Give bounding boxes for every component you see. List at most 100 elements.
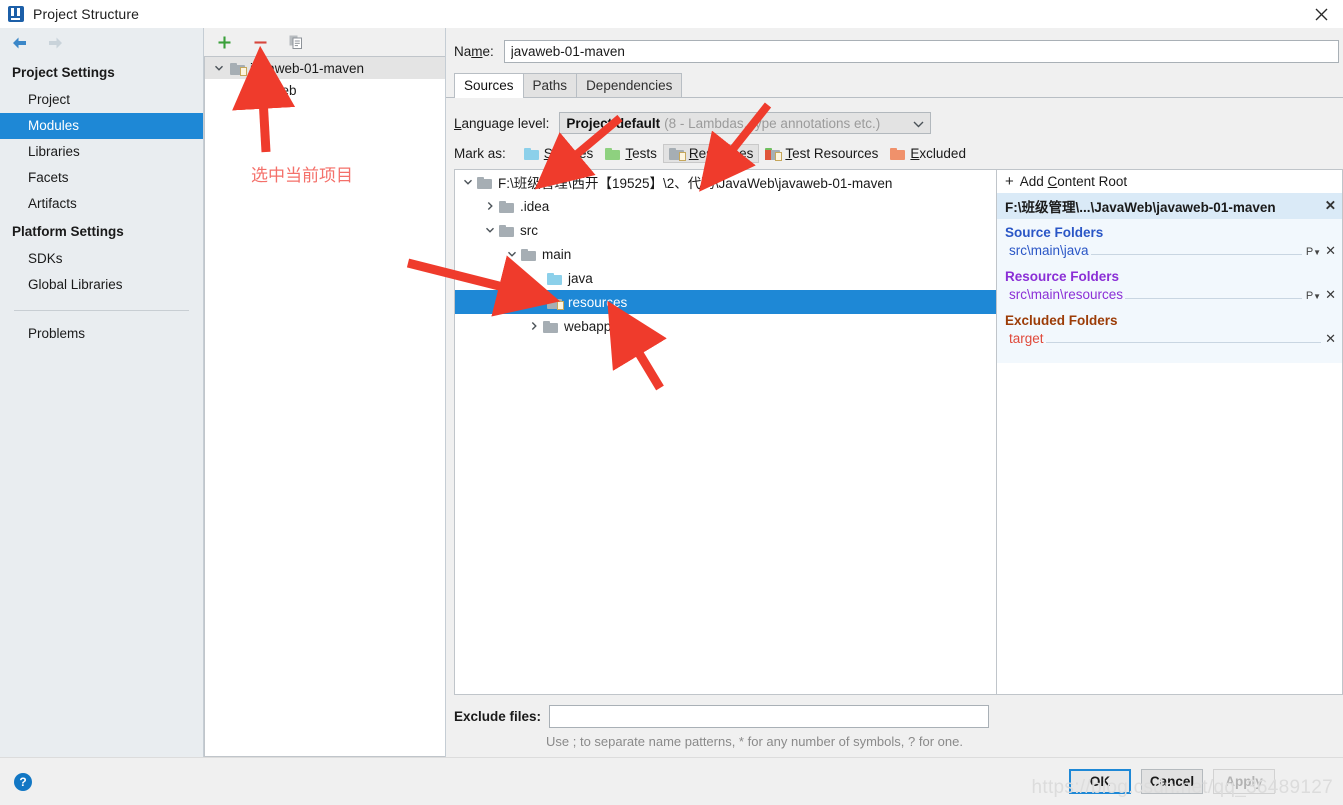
module-tabs: Sources Paths Dependencies	[446, 73, 1343, 98]
help-button[interactable]: ?	[14, 773, 32, 791]
remove-excluded-folder-icon[interactable]: ✕	[1325, 331, 1336, 347]
chevron-down-icon[interactable]	[481, 225, 499, 235]
exclude-files-input[interactable]	[549, 705, 989, 728]
content-roots-empty-area	[997, 363, 1342, 694]
apply-button: Apply	[1213, 769, 1275, 794]
sidebar-group-platform-settings: Platform Settings	[0, 217, 203, 246]
file-tree-label: webapp	[564, 319, 611, 334]
modules-tree-label: javaweb-01-maven	[250, 61, 364, 76]
sidebar-item-sdks[interactable]: SDKs	[0, 246, 203, 272]
file-tree-row-resources[interactable]: resources	[455, 290, 996, 314]
cancel-button[interactable]: Cancel	[1141, 769, 1203, 794]
mark-as-sources-label: ources	[553, 146, 594, 161]
source-folders-header: Source Folders	[997, 219, 1342, 242]
folder-blue-icon	[524, 147, 539, 160]
module-name-label: Name:	[454, 44, 494, 59]
tab-dependencies[interactable]: Dependencies	[576, 73, 682, 97]
mark-as-tests-label: ests	[632, 146, 657, 161]
mark-as-resources-button[interactable]: Resources	[663, 144, 760, 163]
module-folder-icon	[230, 62, 245, 75]
modules-tree[interactable]: javaweb-01-maven Web	[204, 56, 445, 757]
chevron-down-icon[interactable]	[901, 116, 924, 131]
excluded-folder-entry[interactable]: target ✕	[997, 330, 1342, 351]
mark-as-sources-button[interactable]: Sources	[518, 144, 600, 163]
chevron-down-icon[interactable]	[459, 177, 477, 187]
file-tree-row-src[interactable]: src	[455, 218, 996, 242]
sidebar-item-project[interactable]: Project	[0, 87, 203, 113]
folder-blue-icon	[547, 272, 562, 285]
folder-gray-icon	[499, 224, 514, 237]
footer-buttons: OK Cancel Apply	[1069, 769, 1343, 794]
add-module-button[interactable]	[214, 32, 234, 52]
source-folder-entry[interactable]: src\main\java P▼ ✕	[997, 242, 1342, 263]
sidebar-spacer	[0, 347, 203, 757]
file-tree-row-webapp[interactable]: webapp	[455, 314, 996, 338]
sidebar-item-libraries[interactable]: Libraries	[0, 139, 203, 165]
dialog-body: Project Settings Project Modules Librari…	[0, 28, 1343, 757]
content-root-header: F:\班级管理\...\JavaWeb\javaweb-01-maven ✕	[997, 193, 1342, 219]
mark-as-excluded-label: xcluded	[919, 146, 966, 161]
copy-icon[interactable]	[286, 32, 306, 52]
sidebar-item-global-libraries[interactable]: Global Libraries	[0, 272, 203, 298]
mark-as-tests-button[interactable]: Tests	[599, 144, 663, 163]
chevron-down-icon[interactable]	[503, 249, 521, 259]
mark-as-test-resources-button[interactable]: Test Resources	[759, 144, 884, 163]
add-content-root-label: ontent Root	[1057, 174, 1127, 189]
arrow-left-icon[interactable]	[8, 32, 30, 54]
content-roots-panel: + Add Content Root F:\班级管理\...\JavaWeb\j…	[997, 170, 1342, 694]
tab-sources[interactable]: Sources	[454, 73, 524, 97]
sidebar-divider	[14, 310, 189, 311]
modules-tree-label: Web	[269, 83, 297, 98]
sidebar-group-project-settings: Project Settings	[0, 58, 203, 87]
folder-orange-icon	[890, 147, 905, 160]
close-icon[interactable]	[1299, 0, 1343, 28]
remove-source-folder-icon[interactable]: ✕	[1325, 243, 1336, 259]
module-detail-panel: Name: Sources Paths Dependencies Languag…	[446, 28, 1343, 757]
mark-as-label: Mark as:	[454, 146, 506, 161]
sidebar-item-problems[interactable]: Problems	[0, 321, 203, 347]
file-tree-row-java[interactable]: java	[455, 266, 996, 290]
entry-rule	[1091, 254, 1302, 255]
ok-button[interactable]: OK	[1069, 769, 1131, 794]
file-tree-row-root[interactable]: F:\班级管理\西开【19525】\2、代码\JavaWeb\javaweb-0…	[455, 170, 996, 194]
content-root-path: F:\班级管理\...\JavaWeb\javaweb-01-maven	[1005, 196, 1276, 216]
modules-tree-row-web[interactable]: Web	[205, 79, 445, 101]
file-tree-label: resources	[568, 295, 627, 310]
remove-module-button[interactable]	[250, 32, 270, 52]
language-level-select[interactable]: Project default (8 - Lambdas, type annot…	[559, 112, 931, 134]
modules-tree-row-javaweb-01-maven[interactable]: javaweb-01-maven	[205, 57, 445, 79]
language-level-row: Language level: Project default (8 - Lam…	[446, 98, 1343, 134]
folder-gray-icon	[543, 320, 558, 333]
module-name-input[interactable]	[504, 40, 1339, 63]
module-name-row: Name:	[446, 28, 1343, 73]
folder-gray-icon	[477, 176, 492, 189]
exclude-files-section: Exclude files: Use ; to separate name pa…	[446, 695, 1343, 757]
tab-paths[interactable]: Paths	[523, 73, 578, 97]
remove-content-root-icon[interactable]: ✕	[1317, 198, 1336, 214]
content-roots-gap	[997, 351, 1342, 363]
chevron-right-icon[interactable]	[481, 201, 499, 211]
language-level-label: Language level:	[454, 116, 549, 131]
plus-icon: +	[1005, 176, 1014, 188]
chevron-down-icon[interactable]	[211, 60, 227, 76]
source-folder-path: src\main\java	[1009, 243, 1089, 258]
file-tree-row-idea[interactable]: .idea	[455, 194, 996, 218]
content-file-tree[interactable]: F:\班级管理\西开【19525】\2、代码\JavaWeb\javaweb-0…	[455, 170, 997, 694]
package-prefix-icon[interactable]: P▼	[1306, 290, 1325, 302]
chevron-right-icon[interactable]	[525, 321, 543, 331]
folder-green-icon	[605, 147, 620, 160]
exclude-files-row: Exclude files:	[454, 705, 1335, 728]
folder-gray-icon	[499, 200, 514, 213]
resource-folder-entry[interactable]: src\main\resources P▼ ✕	[997, 286, 1342, 307]
arrow-right-icon[interactable]	[44, 32, 66, 54]
mark-as-excluded-button[interactable]: Excluded	[884, 144, 972, 163]
project-structure-dialog: Project Structure	[0, 0, 1343, 805]
file-tree-row-main[interactable]: main	[455, 242, 996, 266]
sidebar-item-modules[interactable]: Modules	[0, 113, 203, 139]
add-content-root-button[interactable]: + Add Content Root	[997, 170, 1342, 193]
package-prefix-icon[interactable]: P▼	[1306, 246, 1325, 258]
sidebar-item-artifacts[interactable]: Artifacts	[0, 191, 203, 217]
sidebar-item-facets[interactable]: Facets	[0, 165, 203, 191]
remove-resource-folder-icon[interactable]: ✕	[1325, 287, 1336, 303]
dialog-footer: ? OK Cancel Apply https://blog.csdn.net/…	[0, 757, 1343, 805]
